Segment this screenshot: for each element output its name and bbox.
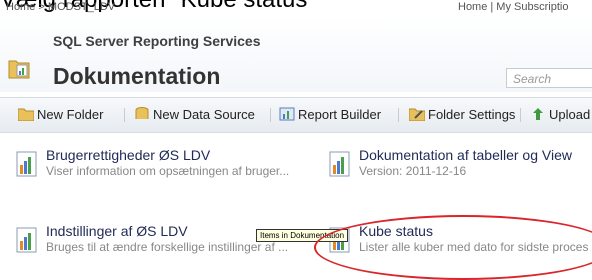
report-builder-label: Report Builder [298, 107, 382, 122]
new-folder-button[interactable]: New Folder [18, 107, 103, 123]
upload-arrow-icon [533, 108, 543, 120]
report-description: Version: 2011-12-16 [359, 164, 467, 178]
top-bar: Home > MODST_LDV Home | My Subscriptio [0, 0, 592, 15]
folder-report-icon [8, 60, 30, 79]
upload-file-button[interactable]: Upload F [530, 107, 592, 123]
report-name[interactable]: Indstillinger af ØS LDV [46, 223, 188, 239]
report-description: Viser information om opsætningen af brug… [46, 164, 290, 178]
new-folder-icon [18, 108, 34, 121]
app-name: SQL Server Reporting Services [53, 33, 261, 49]
upload-file-label: Upload F [549, 107, 592, 122]
folder-settings-label: Folder Settings [428, 107, 516, 122]
search-input[interactable]: Search [506, 68, 592, 88]
top-links[interactable]: Home | My Subscriptio [458, 0, 568, 15]
page-header: SQL Server Reporting Services Dokumentat… [0, 15, 592, 92]
new-data-source-label: New Data Source [153, 107, 255, 122]
breadcrumb-home-link[interactable]: Home [6, 1, 35, 13]
report-builder-icon [279, 107, 295, 121]
annotation-circle [314, 215, 592, 280]
report-icon [16, 227, 37, 253]
report-item[interactable]: Indstillinger af ØS LDV Bruges til at æn… [12, 223, 288, 263]
report-item[interactable]: Brugerrettigheder ØS LDV Viser informati… [12, 147, 289, 187]
report-name[interactable]: Brugerrettigheder ØS LDV [46, 147, 210, 163]
report-item[interactable]: Dokumentation af tabeller og View Versio… [325, 147, 592, 187]
page-title: Dokumentation [53, 63, 221, 89]
toolbar-divider [270, 108, 271, 122]
toolbar-divider [398, 108, 399, 122]
breadcrumb-current-link[interactable]: MODST_LDV [48, 1, 115, 13]
new-data-source-button[interactable]: New Data Source [134, 107, 255, 123]
report-description: Bruges til at ændre forskellige instilli… [46, 240, 289, 254]
breadcrumb-separator: > [38, 1, 45, 13]
report-builder-button[interactable]: Report Builder [279, 107, 381, 123]
report-icon [329, 151, 350, 177]
folder-settings-button[interactable]: Folder Settings [409, 107, 515, 123]
folder-settings-icon [409, 108, 425, 121]
new-folder-label: New Folder [37, 107, 104, 122]
data-source-icon [135, 107, 149, 119]
report-icon [16, 151, 37, 177]
report-name[interactable]: Dokumentation af tabeller og View [359, 147, 572, 163]
toolbar-divider [520, 108, 521, 122]
breadcrumb: Home > MODST_LDV [6, 0, 115, 15]
toolbar-divider [124, 108, 125, 122]
toolbar: New Folder New Data Source Report Builde… [0, 97, 592, 133]
